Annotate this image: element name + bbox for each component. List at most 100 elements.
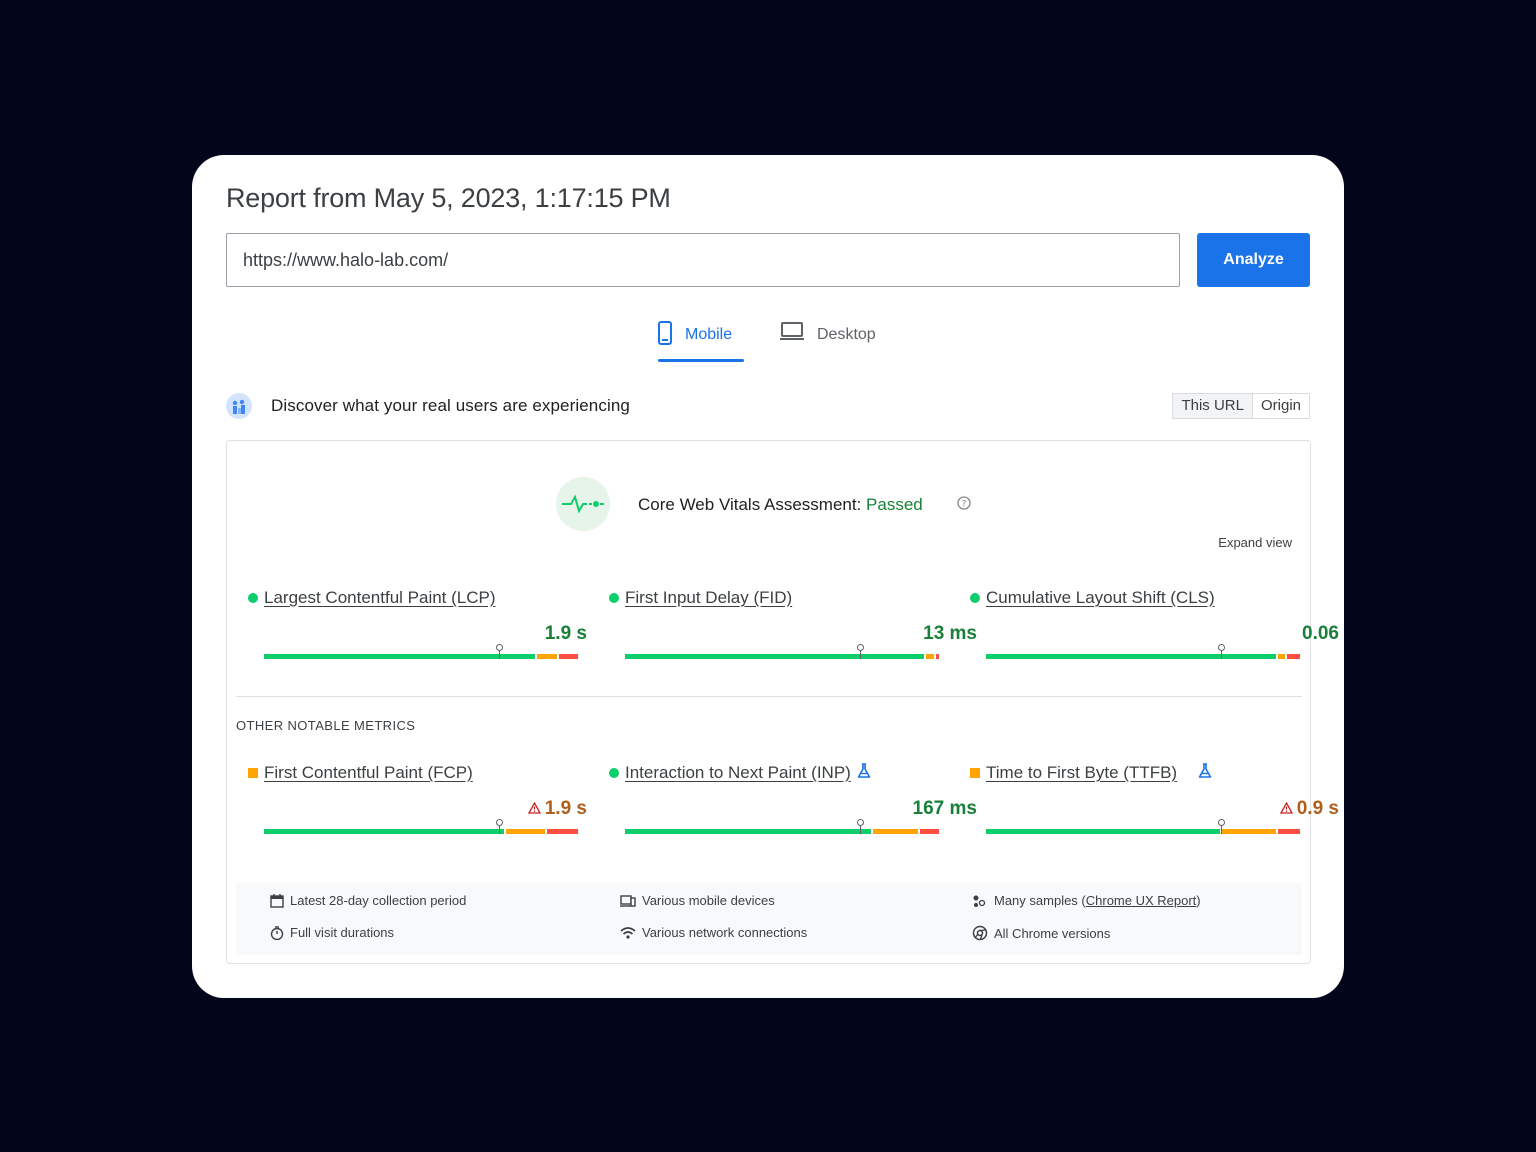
footer-chrome-text: All Chrome versions <box>994 925 1111 941</box>
good-segment <box>625 654 925 659</box>
average-square-icon <box>970 768 980 778</box>
metric-fid: First Input Delay (FID) 13 ms <box>607 588 977 668</box>
laptop-icon <box>780 322 804 340</box>
distribution-bar <box>625 819 939 834</box>
page-title: Report from May 5, 2023, 1:17:15 PM <box>226 183 671 213</box>
chrome-icon <box>972 925 988 941</box>
good-dot-icon <box>248 593 258 603</box>
toggle-origin[interactable]: Origin <box>1253 394 1309 418</box>
metric-name[interactable]: Cumulative Layout Shift (CLS) <box>986 588 1215 608</box>
footer-chrome: All Chrome versions <box>972 925 1110 941</box>
good-segment <box>264 654 536 659</box>
footer-devices: Various mobile devices <box>620 893 775 908</box>
metric-name[interactable]: Interaction to Next Paint (INP) <box>625 763 851 783</box>
metric-value: 0.9 s <box>1279 798 1339 820</box>
footer-durations-text: Full visit durations <box>290 925 395 940</box>
wifi-icon <box>620 926 636 939</box>
expand-view-link[interactable]: Expand view <box>1218 535 1292 550</box>
poor-segment <box>559 654 578 659</box>
help-icon[interactable]: ? <box>957 496 971 510</box>
tab-mobile-label: Mobile <box>685 326 733 343</box>
url-input[interactable] <box>226 233 1180 287</box>
average-segment <box>505 829 545 834</box>
metric-inp: Interaction to Next Paint (INP) 167 ms <box>607 763 977 843</box>
metric-fcp: First Contentful Paint (FCP) 1.9 s <box>246 763 587 843</box>
metric-value-text: 0.9 s <box>1296 798 1339 819</box>
footer-period: Latest 28-day collection period <box>270 893 466 908</box>
p75-marker <box>496 819 503 834</box>
footer-samples-suffix: ) <box>1196 893 1201 908</box>
p75-marker <box>857 819 864 834</box>
tab-desktop[interactable]: Desktop <box>780 321 890 365</box>
average-square-icon <box>248 768 258 778</box>
good-segment <box>625 829 872 834</box>
assessment-label: Core Web Vitals Assessment: <box>638 495 862 514</box>
poor-segment <box>920 829 939 834</box>
poor-segment <box>546 829 578 834</box>
distribution-bar <box>986 819 1300 834</box>
footer-period-text: Latest 28-day collection period <box>290 893 467 908</box>
metric-name[interactable]: Largest Contentful Paint (LCP) <box>264 588 496 608</box>
good-segment <box>264 829 504 834</box>
p75-marker <box>496 644 503 659</box>
metric-name[interactable]: First Contentful Paint (FCP) <box>264 763 473 783</box>
analyze-button[interactable]: Analyze <box>1197 233 1310 287</box>
average-segment <box>537 654 558 659</box>
footer-network-text: Various network connections <box>642 925 808 940</box>
report-card: Report from May 5, 2023, 1:17:15 PM Anal… <box>192 155 1344 998</box>
p75-marker <box>1218 644 1225 659</box>
distribution-bar <box>986 644 1300 659</box>
warning-triangle-icon <box>527 801 541 814</box>
good-dot-icon <box>970 593 980 603</box>
metric-ttfb: Time to First Byte (TTFB) 0.9 s <box>968 763 1339 843</box>
devices-icon <box>620 894 636 907</box>
tab-mobile[interactable]: Mobile <box>658 321 744 365</box>
metric-name[interactable]: First Input Delay (FID) <box>625 588 792 608</box>
tab-desktop-label: Desktop <box>817 326 876 343</box>
warning-triangle-icon <box>1279 801 1293 814</box>
flask-icon <box>1198 763 1212 778</box>
metric-cls: Cumulative Layout Shift (CLS) 0.06 <box>968 588 1339 668</box>
p75-marker <box>1218 819 1225 834</box>
distribution-bar <box>264 819 578 834</box>
metric-value-text: 1.9 s <box>544 798 587 819</box>
calendar-icon <box>270 893 284 908</box>
mobile-phone-icon <box>658 321 672 345</box>
good-segment <box>986 829 1220 834</box>
other-metrics-heading: OTHER NOTABLE METRICS <box>236 718 416 733</box>
field-data-panel: Core Web Vitals Assessment: Passed ? Exp… <box>226 440 1339 964</box>
p75-marker <box>857 644 864 659</box>
assessment-status: Passed <box>866 495 923 514</box>
metric-value: 1.9 s <box>544 623 587 644</box>
average-segment <box>1221 829 1277 834</box>
average-segment <box>873 829 919 834</box>
distribution-bar <box>264 644 578 659</box>
pulse-icon <box>556 477 610 531</box>
metric-name[interactable]: Time to First Byte (TTFB) <box>986 763 1177 783</box>
average-segment <box>1278 654 1286 659</box>
chrome-ux-report-link[interactable]: Chrome UX Report <box>1086 893 1197 908</box>
metric-lcp: Largest Contentful Paint (LCP) 1.9 s <box>246 588 587 668</box>
footer-samples-prefix: Many samples ( <box>994 893 1086 908</box>
poor-segment <box>935 654 939 659</box>
distribution-bar <box>625 644 939 659</box>
crux-heading: Discover what your real users are experi… <box>271 396 630 415</box>
toggle-this-url[interactable]: This URL <box>1173 394 1253 418</box>
flask-icon <box>857 763 871 778</box>
crux-header: Discover what your real users are experi… <box>226 391 1310 421</box>
poor-segment <box>1278 829 1300 834</box>
data-info-footer: Latest 28-day collection period Full vis… <box>236 883 1302 955</box>
average-segment <box>926 654 934 659</box>
samples-icon <box>973 895 986 907</box>
good-segment <box>986 654 1277 659</box>
footer-network: Various network connections <box>620 925 807 940</box>
assessment-text: Core Web Vitals Assessment: Passed <box>638 495 923 515</box>
metric-value: 0.06 <box>1302 623 1339 644</box>
url-origin-toggle: This URL Origin <box>1172 393 1310 419</box>
footer-durations: Full visit durations <box>270 925 394 940</box>
poor-segment <box>1287 654 1300 659</box>
good-dot-icon <box>609 768 619 778</box>
timer-icon <box>270 925 284 940</box>
footer-samples: Many samples (Chrome UX Report) <box>972 893 1201 908</box>
metric-value: 1.9 s <box>527 798 587 820</box>
